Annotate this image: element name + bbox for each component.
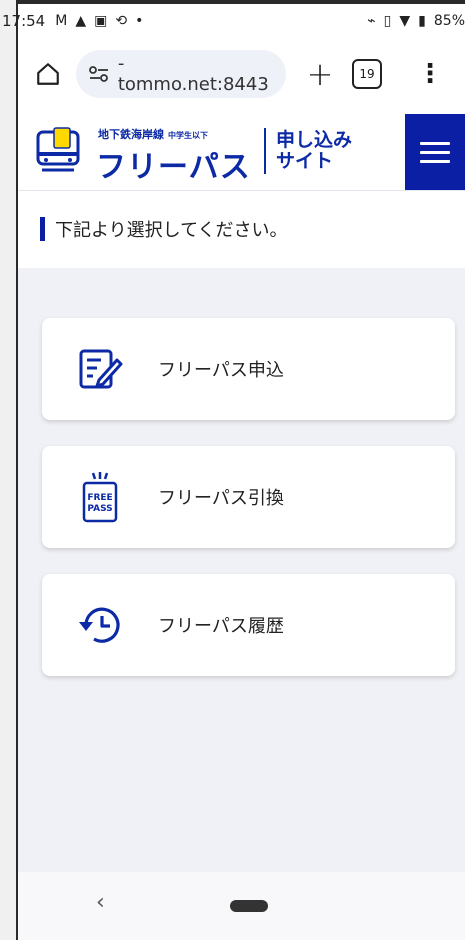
device-frame-left (0, 0, 18, 940)
home-icon[interactable] (28, 54, 68, 94)
status-time: 17:54 (2, 12, 46, 30)
system-nav-bar: ‹ (18, 872, 465, 940)
browser-toolbar: -tommo.net:8443 + 19 ⋮ (18, 38, 465, 110)
more-menu-icon[interactable]: ⋮ (410, 54, 450, 94)
instruction-accent-bar (40, 217, 45, 241)
site-header: 地下鉄海岸線 中学生以下 フリーパス 申し込み サイト (18, 114, 465, 191)
logo-title: フリーパス (96, 150, 251, 185)
assistant-icon: ⟲ (115, 13, 128, 29)
free-pass-icon: FREE PASS (74, 471, 126, 523)
app-icon: ▣ (94, 13, 108, 29)
home-gesture-pill[interactable] (230, 900, 268, 912)
apply-line2: サイト (276, 150, 334, 172)
warning-icon: ▲ (75, 13, 87, 29)
system-icons: ⌁ ▯ ▼ ▮ 85% (367, 4, 465, 38)
new-tab-icon[interactable]: + (300, 54, 340, 94)
logo-line-sub: 中学生以下 (168, 131, 208, 140)
history-card-label: フリーパス履歴 (158, 616, 284, 637)
menu-area: フリーパス申込 FREE PASS フリーパス引換 フリーパス履歴 (18, 268, 465, 872)
url-text: -tommo.net:8443 (117, 53, 269, 95)
logo-line-name: 地下鉄海岸線 (98, 128, 164, 141)
battery-percent: 85% (433, 13, 465, 29)
url-bar[interactable]: -tommo.net:8443 (76, 50, 286, 98)
dot-icon: • (135, 13, 144, 29)
apply-site-label: 申し込み サイト (276, 130, 352, 172)
wifi-icon: ▼ (399, 13, 411, 29)
menu-line (420, 141, 450, 145)
train-logo-icon[interactable] (34, 126, 84, 176)
logo-subtitle: 地下鉄海岸線 中学生以下 (98, 126, 208, 142)
menu-line (420, 159, 450, 163)
instruction: 下記より選択してください。 (18, 190, 465, 268)
menu-line (420, 150, 450, 154)
battery-icon: ▮ (418, 13, 426, 29)
notification-icons: M ▲ ▣ ⟲ • (55, 13, 143, 29)
site-settings-icon[interactable] (88, 65, 112, 83)
screen: 17:54 M ▲ ▣ ⟲ • ⌁ ▯ ▼ ▮ 85% -tommo.net:8… (2, 4, 465, 940)
apply-card[interactable]: フリーパス申込 (42, 318, 455, 420)
form-edit-icon (74, 343, 126, 395)
back-icon[interactable]: ‹ (96, 890, 105, 915)
history-icon (74, 599, 126, 651)
instruction-text: 下記より選択してください。 (55, 220, 288, 241)
status-bar: 17:54 M ▲ ▣ ⟲ • ⌁ ▯ ▼ ▮ 85% (2, 4, 465, 38)
apply-card-label: フリーパス申込 (158, 360, 284, 381)
apply-line1: 申し込み (276, 129, 353, 151)
nfc-icon: ⌁ (367, 13, 376, 29)
svg-text:PASS: PASS (87, 504, 112, 514)
gmail-icon: M (55, 13, 68, 29)
hamburger-menu-button[interactable] (405, 114, 465, 190)
vibrate-icon: ▯ (383, 13, 392, 29)
history-card[interactable]: フリーパス履歴 (42, 574, 455, 676)
tab-count-button[interactable]: 19 (352, 59, 382, 89)
logo-divider (264, 128, 266, 174)
exchange-card-label: フリーパス引換 (158, 488, 284, 509)
svg-text:FREE: FREE (87, 493, 112, 503)
exchange-card[interactable]: FREE PASS フリーパス引換 (42, 446, 455, 548)
